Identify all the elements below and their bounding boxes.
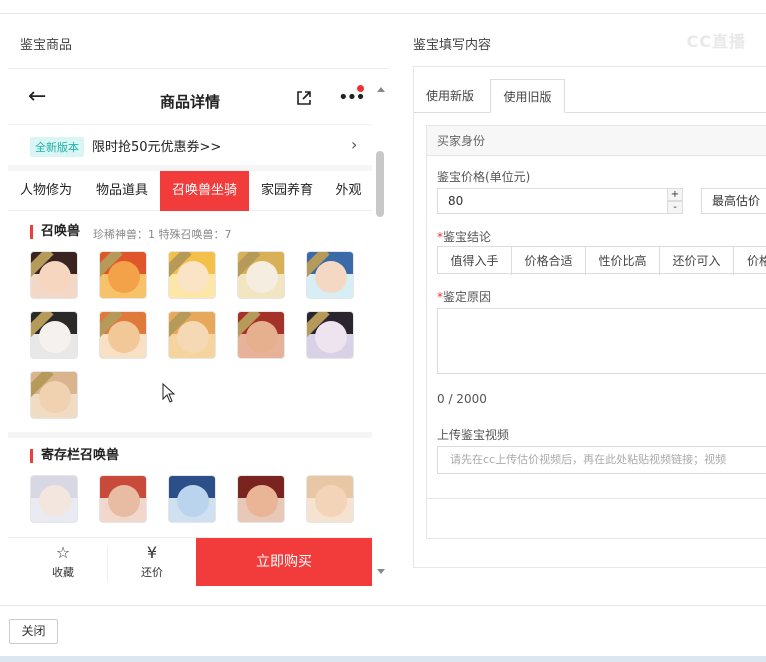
pet-avatar[interactable]	[99, 311, 147, 359]
tab-pets[interactable]: 召唤兽坐骑	[160, 171, 249, 211]
conclusion-segmented: 值得入手 价格合适 性价比高 还价可入 价格	[437, 246, 766, 275]
yen-icon: ¥	[146, 543, 158, 562]
option-worth-buying[interactable]: 值得入手	[438, 247, 512, 275]
section-divider	[8, 432, 372, 438]
chevron-right-icon: ›	[351, 135, 358, 154]
pet-avatar[interactable]	[306, 311, 354, 359]
stored-pet-avatar[interactable]	[99, 475, 147, 523]
stored-pet-avatar[interactable]	[306, 475, 354, 523]
promo-text: 限时抢50元优惠券>>	[92, 140, 222, 155]
tab-new-version[interactable]: 使用新版	[414, 79, 486, 113]
reason-textarea[interactable]	[437, 308, 766, 374]
price-input[interactable]: 80	[437, 188, 683, 214]
nav-bar: ← 商品详情 •••	[8, 69, 372, 125]
tab-underline	[414, 112, 766, 113]
option-good-value[interactable]: 性价比高	[586, 247, 660, 275]
video-link-input[interactable]: 请先在cc上传估价视频后，再在此处粘贴视频链接；视频	[437, 446, 766, 474]
bargain-button[interactable]: ¥ 还价	[116, 538, 188, 588]
appraisal-form-panel: 使用新版 使用旧版 买家身份 鉴宝价格(单位元) 80 + - 最高估价 *鉴宝…	[413, 66, 766, 568]
stored-pet-avatar[interactable]	[237, 475, 285, 523]
mouse-cursor-icon	[162, 383, 176, 403]
nav-title: 商品详情	[159, 93, 220, 111]
price-label: 鉴宝价格(单位元)	[437, 170, 531, 184]
bottom-action-bar: ☆ 收藏 ¥ 还价 立即购买	[8, 537, 372, 588]
tab-items[interactable]: 物品道具	[86, 171, 158, 211]
close-button[interactable]: 关闭	[9, 619, 58, 644]
option-price[interactable]: 价格	[734, 247, 766, 275]
tab-old-version[interactable]: 使用旧版	[490, 79, 565, 113]
conclusion-label: *鉴宝结论	[437, 228, 491, 245]
pet-avatar[interactable]	[306, 251, 354, 299]
increment-button[interactable]: +	[667, 188, 683, 201]
right-panel-title: 鉴宝填写内容	[413, 38, 492, 53]
pet-avatar[interactable]	[30, 251, 78, 299]
pet-avatar[interactable]	[237, 311, 285, 359]
section-header: 买家身份	[427, 126, 766, 156]
buy-now-button[interactable]: 立即购买	[196, 538, 372, 586]
footer-divider	[0, 605, 766, 606]
pet-avatar[interactable]	[168, 251, 216, 299]
scroll-thumb[interactable]	[376, 151, 384, 217]
video-label: 上传鉴宝视频	[437, 428, 510, 442]
option-bargain-ok[interactable]: 还价可入	[660, 247, 734, 275]
favorite-label: 收藏	[52, 566, 74, 579]
divider	[427, 498, 766, 499]
pet-avatar[interactable]	[30, 311, 78, 359]
reason-label: *鉴定原因	[437, 288, 491, 305]
left-panel-title: 鉴宝商品	[20, 38, 73, 53]
form-section: 买家身份 鉴宝价格(单位元) 80 + - 最高估价 *鉴宝结论 值得入手 价格…	[426, 125, 766, 539]
favorite-button[interactable]: ☆ 收藏	[30, 538, 96, 588]
scroll-up-icon[interactable]	[377, 87, 385, 92]
product-preview: ← 商品详情 ••• 全新版本 限时抢50元优惠券>> › 人物修为 物品道具 …	[8, 68, 389, 588]
pet-avatar[interactable]	[168, 311, 216, 359]
stored-pet-avatar[interactable]	[30, 475, 78, 523]
tab-home[interactable]: 家园养育	[251, 171, 323, 211]
decrement-button[interactable]: -	[667, 201, 683, 214]
new-version-badge: 全新版本	[30, 137, 84, 157]
promo-banner[interactable]: 全新版本 限时抢50元优惠券>> ›	[8, 125, 372, 165]
divider	[107, 546, 108, 582]
tab-appearance[interactable]: 外观	[325, 171, 372, 211]
watermark-logo: CC直播	[686, 32, 746, 51]
tab-character[interactable]: 人物修为	[8, 171, 84, 211]
notification-dot	[357, 85, 364, 92]
section-title: 召唤兽	[30, 225, 80, 239]
star-icon: ☆	[55, 543, 71, 562]
top-strip	[0, 0, 766, 14]
option-fair-price[interactable]: 价格合适	[512, 247, 586, 275]
reason-label-text: 鉴定原因	[443, 290, 492, 304]
max-estimate-field[interactable]: 最高估价	[701, 188, 766, 214]
bargain-label: 还价	[141, 566, 163, 579]
category-tabs: 人物修为 物品道具 召唤兽坐骑 家园养育 外观	[8, 171, 372, 211]
pet-avatar[interactable]	[30, 371, 78, 419]
conclusion-label-text: 鉴宝结论	[443, 230, 492, 244]
section-subtitle: 珍稀神兽：1 特殊召唤兽：7	[93, 228, 232, 241]
pet-avatar[interactable]	[99, 251, 147, 299]
stored-pet-avatar[interactable]	[168, 475, 216, 523]
pet-avatar[interactable]	[237, 251, 285, 299]
section-title: 寄存栏召唤兽	[30, 449, 119, 463]
window-bottom-edge	[0, 656, 766, 662]
scrollbar[interactable]	[372, 69, 389, 588]
scroll-down-icon[interactable]	[377, 569, 385, 574]
char-counter: 0 / 2000	[437, 392, 487, 406]
share-icon[interactable]	[295, 89, 313, 107]
